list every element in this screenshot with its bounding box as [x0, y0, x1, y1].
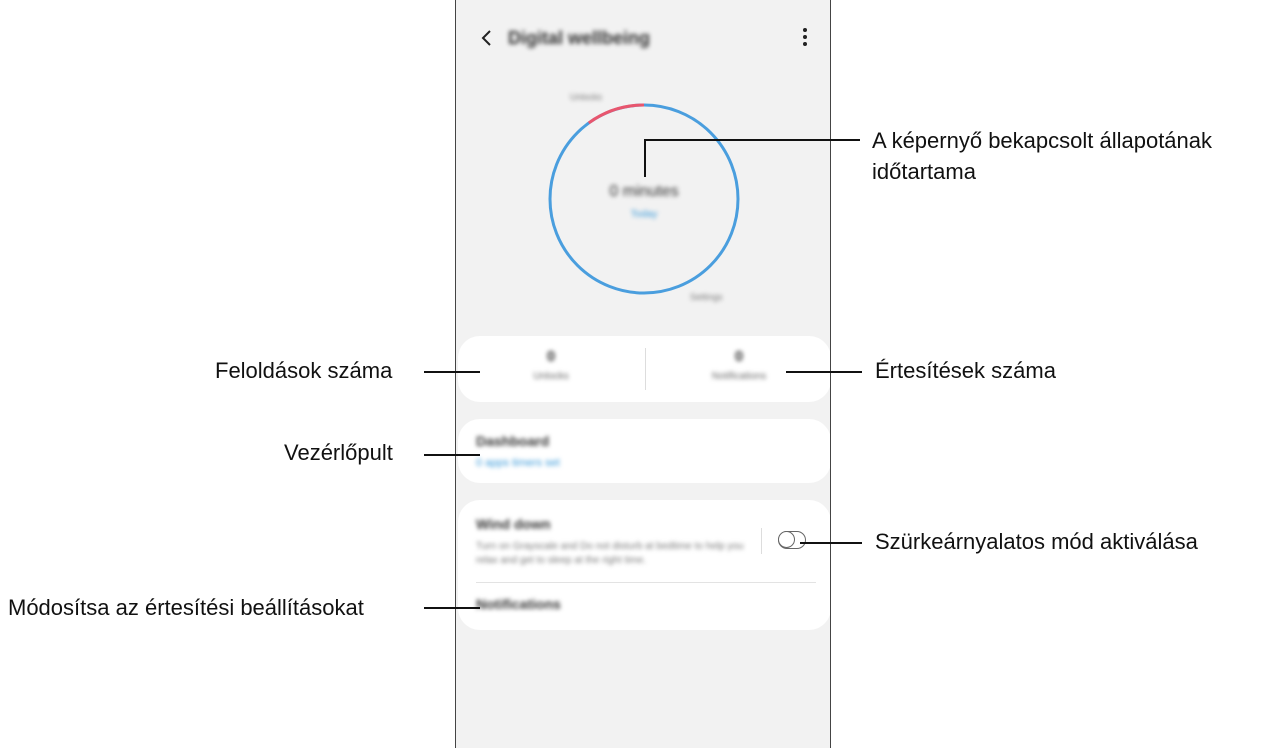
toggle-divider: [761, 528, 762, 554]
unlocks-label: Unlocks: [533, 371, 569, 382]
notifications-callout: Értesítések száma: [875, 358, 1056, 383]
dashboard-subtitle: 0 apps timers set: [476, 457, 560, 469]
notifications-value: 0: [734, 348, 744, 365]
screen-time-callout-line2: időtartama: [872, 159, 976, 184]
toggle-knob: [778, 531, 795, 548]
grayscale-leader: [800, 542, 862, 544]
phone-screen: Digital wellbeing Unlocks 0 minutes Toda…: [455, 0, 831, 748]
counts-card: 0 Unlocks 0 Notifications: [458, 336, 830, 402]
screen-time-leader-h: [644, 139, 860, 141]
ring-bottom-label: Settings: [690, 292, 723, 302]
grayscale-toggle[interactable]: [778, 531, 806, 549]
notification-settings-item[interactable]: Notifications: [476, 596, 561, 612]
screen-time-value: 0 minutes: [609, 183, 679, 200]
unlocks-callout: Feloldások száma: [215, 358, 393, 383]
dashboard-card[interactable]: Dashboard 0 apps timers set: [458, 419, 830, 483]
screen-time-ring[interactable]: 0 minutes Today: [546, 101, 742, 297]
back-button[interactable]: [476, 26, 498, 50]
notification-settings-callout: Módosítsa az értesítési beállításokat: [8, 595, 364, 620]
notifications-count[interactable]: 0 Notifications: [646, 348, 830, 382]
card-divider: [476, 582, 816, 583]
screen-time-callout-line1: A képernyő bekapcsolt állapotának: [872, 128, 1213, 153]
app-title: Digital wellbeing: [508, 28, 651, 48]
dashboard-callout: Vezérlőpult: [284, 440, 393, 465]
more-options-icon[interactable]: [802, 28, 808, 50]
notifications-leader: [786, 371, 862, 373]
screen-time-leader-v: [644, 139, 646, 177]
wind-down-card: Wind down Turn on Grayscale and Do not d…: [458, 500, 830, 630]
unlocks-leader: [424, 371, 480, 373]
unlocks-value: 0: [546, 348, 556, 365]
notification-settings-leader: [424, 607, 480, 609]
wind-down-description: Turn on Grayscale and Do not disturb at …: [476, 541, 744, 566]
grayscale-callout: Szürkeárnyalatos mód aktiválása: [875, 529, 1198, 554]
dashboard-title: Dashboard: [476, 433, 550, 449]
dashboard-leader: [424, 454, 480, 456]
wind-down-title[interactable]: Wind down: [476, 516, 551, 532]
unlocks-count[interactable]: 0 Unlocks: [458, 348, 644, 382]
ring-segment: [587, 103, 645, 125]
app-bar: Digital wellbeing: [456, 18, 830, 62]
today-label: Today: [630, 209, 658, 220]
chevron-left-icon: [481, 30, 491, 46]
